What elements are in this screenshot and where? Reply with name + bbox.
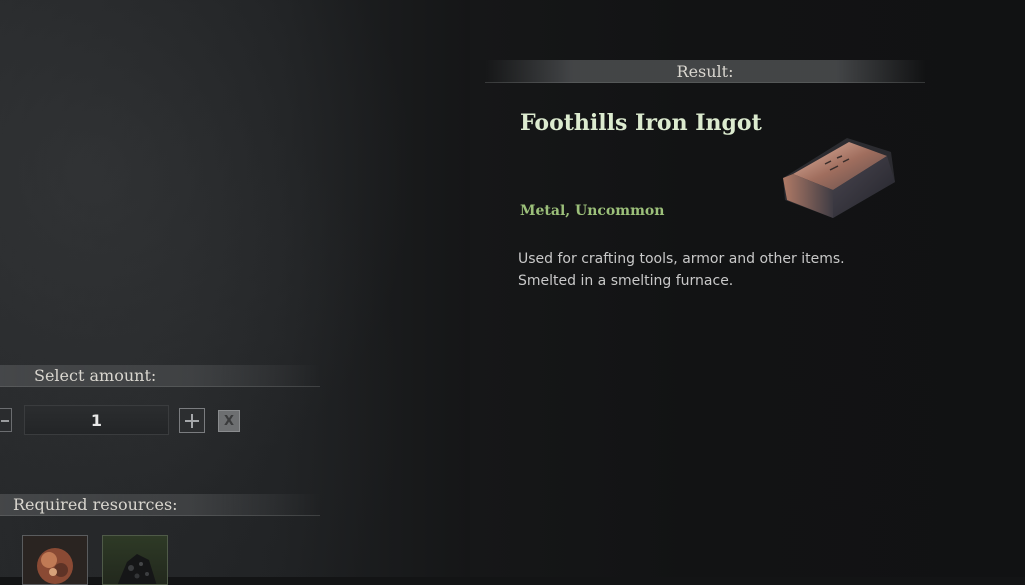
resource-slot-iron-ore[interactable]	[22, 535, 88, 585]
resource-slot-coal[interactable]	[102, 535, 168, 585]
decrease-amount-button[interactable]	[0, 408, 12, 432]
required-resources-header: Required resources:	[0, 494, 320, 516]
select-amount-header: Select amount:	[0, 365, 320, 387]
item-type-rarity: Metal, Uncommon	[520, 203, 665, 219]
item-name: Foothills Iron Ingot	[520, 110, 762, 136]
coal-icon	[117, 554, 157, 584]
result-header-label: Result:	[676, 61, 734, 81]
clear-label: X	[223, 413, 235, 429]
amount-input[interactable]: 1	[24, 405, 169, 435]
select-amount-label: Select amount:	[34, 366, 157, 385]
iron-ingot-icon	[783, 138, 895, 218]
recipe-background	[0, 0, 470, 577]
description-line: Used for crafting tools, armor and other…	[518, 251, 845, 267]
result-header: Result:	[485, 60, 925, 83]
item-description: Used for crafting tools, armor and other…	[518, 248, 878, 292]
clear-amount-button[interactable]: X	[218, 410, 240, 432]
amount-value: 1	[90, 410, 103, 430]
increase-amount-button[interactable]	[179, 408, 205, 433]
description-line: Smelted in a smelting furnace.	[518, 273, 734, 289]
iron-ore-icon	[37, 548, 73, 584]
required-resources-label: Required resources:	[13, 495, 178, 514]
